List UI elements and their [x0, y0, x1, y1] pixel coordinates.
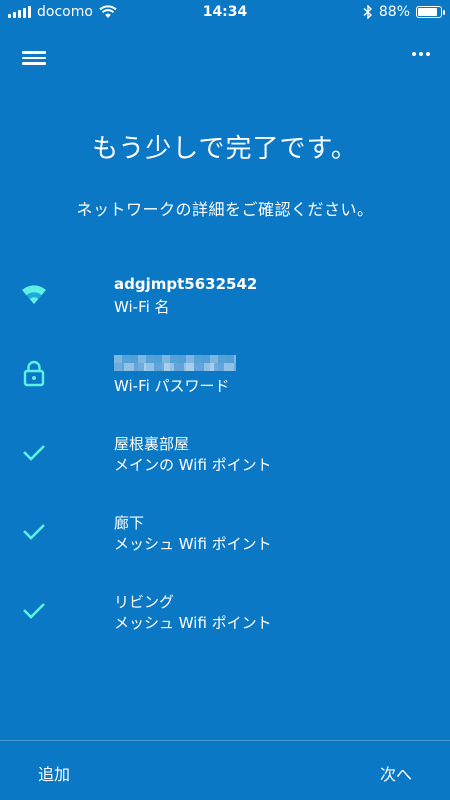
list-item-living: リビング メッシュ Wifi ポイント	[0, 584, 450, 663]
point-name-hallway: 廊下	[114, 514, 145, 532]
add-button[interactable]: 追加	[38, 761, 70, 785]
page-subtitle: ネットワークの詳細をご確認ください。	[76, 200, 374, 219]
point-name-living: リビング	[114, 593, 175, 611]
wifi-password-label: Wi-Fi パスワード	[114, 377, 230, 395]
check-icon	[23, 445, 45, 461]
bluetooth-icon	[363, 5, 372, 19]
point-role-living: メッシュ Wifi ポイント	[114, 614, 272, 632]
list-item-attic: 屋根裏部屋 メインの Wifi ポイント	[0, 426, 450, 505]
battery-level	[418, 8, 438, 16]
battery-percent: 88%	[378, 4, 410, 20]
menu-icon[interactable]	[22, 48, 46, 68]
status-right: 88%	[363, 4, 445, 20]
network-details-list: adgjmpt5632542 Wi-Fi 名 Wi-Fi パスワード 屋根裏部屋…	[0, 268, 450, 663]
check-icon	[23, 603, 45, 619]
page-title: もう少しで完了です。	[92, 134, 358, 164]
status-bar: docomo 14:34 88%	[0, 0, 450, 26]
bottom-bar: 追加 次へ	[0, 740, 450, 800]
lock-icon	[23, 360, 45, 387]
next-button[interactable]: 次へ	[380, 761, 412, 785]
more-horizontal-icon[interactable]	[412, 52, 430, 56]
list-item-hallway: 廊下 メッシュ Wifi ポイント	[0, 505, 450, 584]
setup-screen: docomo 14:34 88% もう少しで完了です。 ネットワークの詳細をご確…	[0, 0, 450, 800]
point-name-attic: 屋根裏部屋	[114, 435, 190, 453]
list-item-wifi-name: adgjmpt5632542 Wi-Fi 名	[0, 268, 450, 347]
wifi-icon	[22, 285, 46, 304]
password-obscured	[114, 355, 236, 371]
list-item-wifi-password: Wi-Fi パスワード	[0, 347, 450, 426]
point-role-attic: メインの Wifi ポイント	[114, 456, 272, 474]
point-role-hallway: メッシュ Wifi ポイント	[114, 535, 272, 553]
wifi-name-value: adgjmpt5632542	[114, 275, 258, 293]
check-icon	[23, 524, 45, 540]
wifi-name-label: Wi-Fi 名	[114, 298, 170, 316]
battery-icon	[416, 6, 445, 18]
